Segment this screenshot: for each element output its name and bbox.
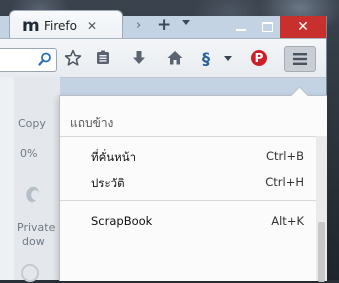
new-tab-button[interactable]: + xyxy=(157,15,171,35)
reading-list-icon[interactable] xyxy=(94,49,112,67)
search-icon[interactable] xyxy=(38,52,52,66)
maximize-button[interactable] xyxy=(254,16,280,38)
tab-title: Firefo xyxy=(44,18,77,33)
close-icon: ✕ xyxy=(297,19,309,35)
download-icon[interactable] xyxy=(130,49,148,67)
menu-item-label: ที่คั่นหน้า xyxy=(91,150,137,164)
navigation-toolbar: § P xyxy=(0,38,326,78)
maximize-icon xyxy=(261,22,273,32)
percent-label: 0% xyxy=(20,147,38,160)
history-icon xyxy=(21,264,39,282)
home-icon[interactable] xyxy=(166,49,184,67)
page-content: Copy 0% Private dow xyxy=(0,77,60,282)
private-browsing-icon xyxy=(26,186,39,203)
bookmark-star-icon[interactable] xyxy=(64,49,82,67)
menu-item-bookmarks[interactable]: ที่คั่นหน้า Ctrl+B xyxy=(60,146,310,166)
panel-scrollbar[interactable] xyxy=(316,136,327,282)
close-window-button[interactable]: ✕ xyxy=(280,16,326,38)
private-window-label: Private xyxy=(17,221,56,234)
url-bar[interactable] xyxy=(0,48,57,72)
open-menu-button[interactable] xyxy=(284,46,316,72)
scrapbook-icon[interactable]: § xyxy=(197,49,215,68)
tab-close-icon[interactable]: ✕ xyxy=(87,19,97,33)
menu-item-shortcut: Alt+K xyxy=(271,214,304,228)
svg-text:P: P xyxy=(255,51,264,65)
minimize-button[interactable] xyxy=(228,16,254,38)
pinterest-icon[interactable]: P xyxy=(250,49,268,67)
minimize-icon xyxy=(236,29,246,31)
menu-item-shortcut: Ctrl+B xyxy=(266,149,304,163)
panel-heading: แถบข้าง xyxy=(70,116,114,130)
private-window-label-2: dow xyxy=(22,235,45,248)
sidebar-submenu-panel: แถบข้าง ที่คั่นหน้า Ctrl+B ประวัติ Ctrl+… xyxy=(59,86,327,282)
menu-item-scrapbook[interactable]: ScrapBook Alt+K xyxy=(60,211,310,231)
menu-item-shortcut: Ctrl+H xyxy=(265,175,304,189)
copy-label: Copy xyxy=(18,117,46,130)
list-all-tabs-icon[interactable] xyxy=(182,20,190,25)
scrapbook-dropdown-icon[interactable] xyxy=(219,49,237,67)
menu-item-history[interactable]: ประวัติ Ctrl+H xyxy=(60,172,310,192)
window-controls: ✕ xyxy=(228,16,326,38)
hamburger-menu-icon xyxy=(293,53,307,65)
menu-item-label: ScrapBook xyxy=(91,214,153,228)
panel-divider xyxy=(60,200,327,201)
tab-active[interactable]: m Firefo ✕ xyxy=(9,10,123,40)
page-panel xyxy=(14,77,60,280)
tab-favicon-icon: m xyxy=(22,15,40,36)
panel-divider xyxy=(60,136,327,137)
tab-scroll-right-icon[interactable]: › xyxy=(136,18,141,33)
scrollbar-thumb[interactable] xyxy=(318,222,325,282)
menu-item-label: ประวัติ xyxy=(91,176,125,190)
